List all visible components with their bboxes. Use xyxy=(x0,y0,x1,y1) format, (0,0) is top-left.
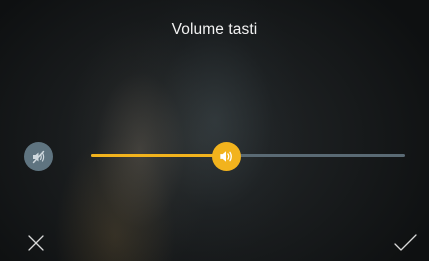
close-icon xyxy=(28,235,44,251)
cancel-button[interactable] xyxy=(26,233,46,253)
mute-button[interactable] xyxy=(24,142,53,171)
volume-slider[interactable] xyxy=(91,142,405,171)
slider-fill xyxy=(91,154,227,157)
page-title: Volume tasti xyxy=(171,21,258,38)
speaker-muted-icon xyxy=(32,150,44,163)
checkmark-icon xyxy=(394,234,417,251)
slider-thumb[interactable] xyxy=(212,142,242,171)
speaker-volume-icon xyxy=(220,151,232,162)
screen: Volume tasti xyxy=(0,0,429,261)
confirm-button[interactable] xyxy=(393,233,419,253)
